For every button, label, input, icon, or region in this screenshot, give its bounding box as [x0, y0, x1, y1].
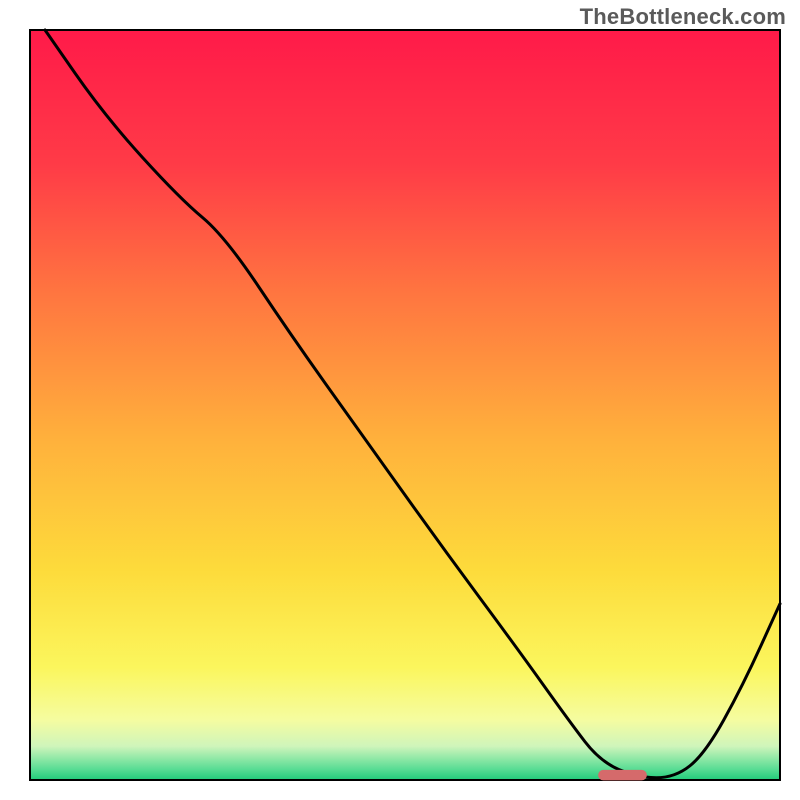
plot-background	[30, 30, 780, 780]
optimal-marker	[598, 770, 647, 781]
chart-container: TheBottleneck.com	[0, 0, 800, 800]
site-watermark: TheBottleneck.com	[580, 4, 786, 30]
bottleneck-chart	[0, 0, 800, 800]
